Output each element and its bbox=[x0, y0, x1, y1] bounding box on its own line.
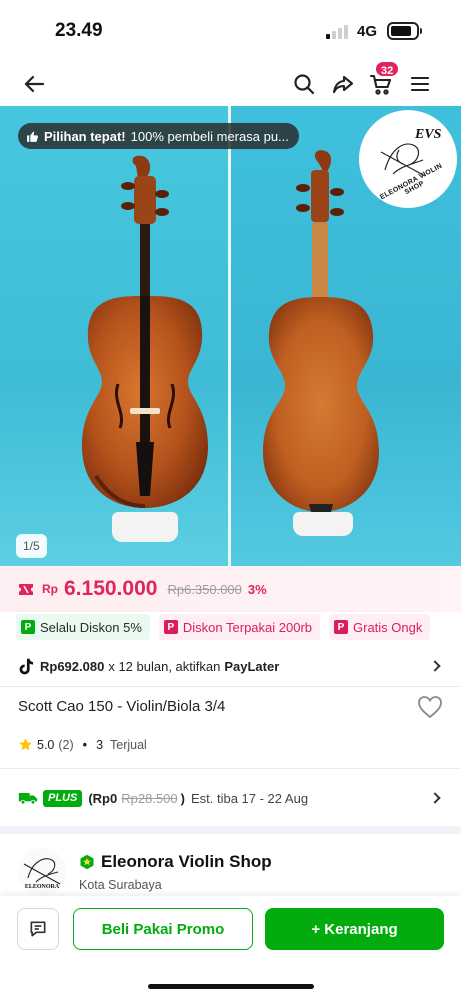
signal-icon bbox=[326, 25, 350, 39]
image-counter: 1/5 bbox=[16, 534, 47, 558]
battery-icon bbox=[387, 22, 422, 40]
review-count: (2) bbox=[58, 737, 74, 752]
shipping-estimate: Est. tiba 17 - 22 Aug bbox=[190, 790, 309, 806]
shop-avatar[interactable]: ELEONORA bbox=[18, 848, 66, 896]
arrow-left-icon bbox=[24, 75, 45, 93]
chip-used-discount[interactable]: P Diskon Terpakai 200rb bbox=[158, 614, 321, 640]
violin-front-image bbox=[82, 155, 208, 508]
buy-with-promo-button[interactable]: Beli Pakai Promo bbox=[73, 908, 253, 950]
shipping-original-price: Rp28.500 bbox=[121, 790, 178, 806]
shipping-close-paren: ) bbox=[180, 790, 185, 806]
star-icon bbox=[19, 738, 32, 751]
thumbs-up-icon bbox=[27, 131, 38, 142]
add-to-cart-button[interactable]: + Keranjang bbox=[265, 908, 444, 950]
current-price: 6.150.000 bbox=[64, 577, 158, 600]
network-type: 4G bbox=[357, 23, 378, 40]
sold-count: 3 bbox=[96, 737, 104, 752]
shop-info[interactable]: ELEONORA Eleonora Violin Shop Kota Surab… bbox=[0, 842, 461, 898]
promo-chip-list: P Selalu Diskon 5% P Diskon Terpakai 200… bbox=[16, 614, 461, 642]
promo-banner-pill[interactable]: Pilihan tepat! 100% pembeli merasa pu... bbox=[18, 123, 299, 149]
hamburger-menu-icon bbox=[410, 76, 430, 92]
power-merchant-badge-icon bbox=[80, 854, 94, 870]
ticket-icon bbox=[19, 583, 33, 595]
shop-logo-watermark: EVS ELEONORA VIOLIN SHOP bbox=[359, 110, 457, 208]
rating-row[interactable]: 5.0 (2) • 3 Terjual bbox=[18, 737, 147, 752]
price-currency: Rp bbox=[42, 582, 58, 596]
paylater-row[interactable]: Rp692.080 x 12 bulan, aktifkan PayLater bbox=[0, 648, 461, 684]
chip-label: Diskon Terpakai 200rb bbox=[182, 619, 313, 635]
promo-tag-icon: P bbox=[163, 620, 178, 634]
chip-always-discount[interactable]: P Selalu Diskon 5% bbox=[16, 614, 150, 640]
price-section: Rp 6.150.000 Rp6.350.000 3% bbox=[0, 566, 461, 612]
original-price: Rp6.350.000 bbox=[167, 581, 242, 597]
back-button[interactable] bbox=[16, 66, 52, 102]
share-button[interactable] bbox=[325, 66, 361, 102]
tiktok-icon bbox=[19, 658, 34, 674]
chat-icon bbox=[30, 921, 46, 937]
top-nav: 32 bbox=[0, 60, 461, 106]
promo-text: 100% pembeli merasa pu... bbox=[130, 128, 289, 144]
paylater-text: x 12 bulan, aktifkan bbox=[108, 658, 221, 674]
promo-title: Pilihan tepat! bbox=[44, 128, 126, 144]
shop-avatar-text: ELEONORA bbox=[24, 884, 60, 890]
divider bbox=[0, 768, 461, 769]
paylater-amount: Rp692.080 bbox=[40, 658, 105, 674]
heart-icon[interactable] bbox=[416, 694, 444, 720]
status-time: 23.49 bbox=[55, 20, 103, 41]
product-title: Scott Cao 150 - Violin/Biola 3/4 bbox=[18, 698, 226, 715]
cart-count-badge: 32 bbox=[374, 60, 401, 78]
plus-badge: PLUS bbox=[43, 789, 83, 807]
divider bbox=[0, 686, 461, 687]
stand-back bbox=[293, 512, 353, 536]
chip-free-shipping[interactable]: P Gratis Ongk bbox=[329, 614, 431, 640]
paylater-provider: PayLater bbox=[224, 658, 280, 674]
discount-percent: 3% bbox=[247, 581, 267, 597]
search-button[interactable] bbox=[286, 66, 322, 102]
shipping-row[interactable]: PLUS (Rp0 Rp28.500 ) Est. tiba 17 - 22 A… bbox=[0, 780, 461, 816]
sold-label: Terjual bbox=[110, 737, 147, 752]
chevron-right-icon bbox=[429, 660, 441, 672]
search-icon bbox=[294, 74, 315, 95]
separator-dot: • bbox=[82, 737, 88, 752]
section-separator bbox=[0, 826, 461, 834]
status-bar: 23.49 4G bbox=[0, 0, 461, 62]
shipping-price: (Rp0 bbox=[88, 790, 118, 806]
share-icon bbox=[332, 75, 354, 94]
shop-name[interactable]: Eleonora Violin Shop bbox=[101, 852, 272, 872]
chevron-right-icon bbox=[429, 792, 441, 804]
stand-front bbox=[112, 512, 178, 542]
rating-value: 5.0 bbox=[37, 737, 55, 752]
bottom-action-bar: Beli Pakai Promo + Keranjang bbox=[0, 896, 461, 1000]
promo-tag-icon: P bbox=[334, 620, 349, 634]
shop-city: Kota Surabaya bbox=[79, 878, 162, 892]
promo-tag-icon: P bbox=[21, 620, 35, 634]
menu-button[interactable] bbox=[402, 66, 438, 102]
chip-label: Gratis Ongk bbox=[353, 619, 423, 635]
chip-label: Selalu Diskon 5% bbox=[40, 619, 142, 635]
home-indicator bbox=[148, 984, 314, 989]
product-image-gallery[interactable]: Pilihan tepat! 100% pembeli merasa pu...… bbox=[0, 106, 461, 566]
truck-icon bbox=[18, 793, 38, 805]
chat-button[interactable] bbox=[17, 908, 59, 950]
